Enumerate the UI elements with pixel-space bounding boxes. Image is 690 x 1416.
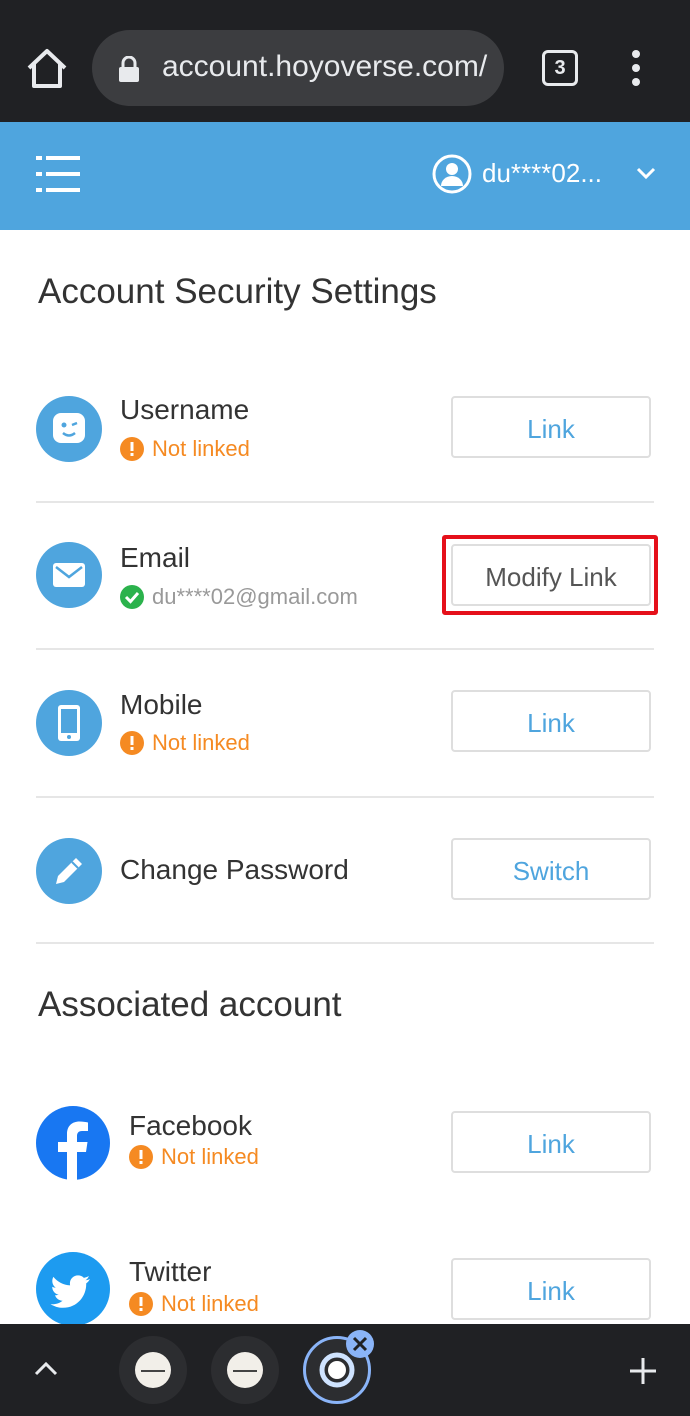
facebook-link-button[interactable]: Link xyxy=(451,1111,651,1173)
tab-thumbnail[interactable] xyxy=(211,1336,279,1404)
phone-icon xyxy=(36,690,102,756)
username-label: Username xyxy=(120,394,250,425)
warning-icon xyxy=(129,1292,153,1316)
more-menu-icon[interactable] xyxy=(628,50,644,86)
envelope-icon xyxy=(36,542,102,608)
new-tab-icon[interactable] xyxy=(628,1356,658,1386)
warning-icon xyxy=(120,437,144,461)
username-link-button[interactable]: Link xyxy=(451,396,651,458)
warning-icon xyxy=(120,731,144,755)
twitter-label: Twitter xyxy=(129,1256,212,1287)
lock-icon xyxy=(118,55,140,82)
email-status: du****02@gmail.com xyxy=(120,584,358,610)
divider xyxy=(36,648,654,650)
check-icon xyxy=(120,585,144,609)
twitter-icon xyxy=(36,1252,110,1326)
account-username[interactable]: du****02... xyxy=(482,158,602,189)
associated-section-title: Associated account xyxy=(38,985,342,1024)
divider xyxy=(36,796,654,798)
mobile-label: Mobile xyxy=(120,689,203,720)
browser-toolbar: account.hoyoverse.com/ 3 xyxy=(0,0,690,122)
twitter-link-button[interactable]: Link xyxy=(451,1258,651,1320)
menu-icon[interactable] xyxy=(36,154,80,194)
mobile-link-button[interactable]: Link xyxy=(451,690,651,752)
close-tab-icon[interactable] xyxy=(346,1330,374,1358)
security-section-title: Account Security Settings xyxy=(38,272,437,311)
url-text: account.hoyoverse.com/ xyxy=(162,50,488,83)
facebook-label: Facebook xyxy=(129,1110,252,1141)
avatar-icon[interactable] xyxy=(432,154,472,194)
face-icon xyxy=(36,396,102,462)
tab-thumbnail[interactable] xyxy=(119,1336,187,1404)
tab-switcher-button[interactable]: 3 xyxy=(542,50,578,86)
divider xyxy=(36,942,654,944)
change-password-label: Change Password xyxy=(120,854,349,885)
home-icon[interactable] xyxy=(22,44,72,94)
email-label: Email xyxy=(120,542,191,573)
address-bar[interactable]: account.hoyoverse.com/ xyxy=(92,30,504,106)
chevron-up-icon[interactable] xyxy=(32,1358,60,1378)
change-password-switch-button[interactable]: Switch xyxy=(451,838,651,900)
facebook-icon xyxy=(36,1106,110,1180)
favicon xyxy=(135,1352,171,1388)
highlight-box xyxy=(442,535,658,615)
username-status: Not linked xyxy=(120,436,250,462)
mobile-status: Not linked xyxy=(120,730,250,756)
divider xyxy=(36,501,654,503)
twitter-status: Not linked xyxy=(129,1291,259,1317)
warning-icon xyxy=(129,1145,153,1169)
pencil-icon xyxy=(36,838,102,904)
site-header: du****02... xyxy=(0,122,690,230)
chevron-down-icon[interactable] xyxy=(636,166,656,180)
facebook-status: Not linked xyxy=(129,1144,259,1170)
tab-strip xyxy=(0,1324,690,1416)
favicon xyxy=(227,1352,263,1388)
